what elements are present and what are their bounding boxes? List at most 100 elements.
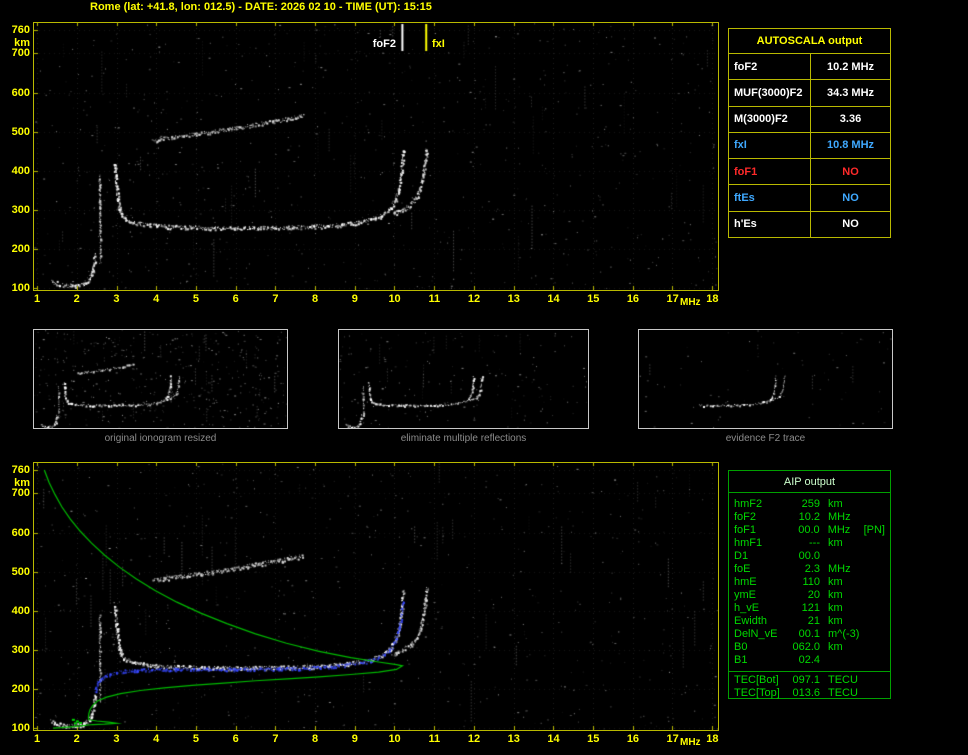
aip-table-header: AIP output — [729, 471, 890, 493]
aip-param-extra: [PN] — [863, 524, 885, 536]
x-axis-tick-label: 2 — [73, 293, 80, 305]
autoscala-row-fxI: fxI 10.8 MHz — [729, 132, 890, 160]
aip-param-value: 10.2 — [798, 511, 820, 523]
autoscala-param-value: 34.3 MHz — [826, 86, 875, 99]
y-axis-tick-label: 300 — [11, 203, 30, 216]
autoscala-param-label: foF2 — [729, 54, 811, 80]
aip-row-foF1: foF1 00.0 MHz [PN] — [729, 524, 890, 537]
aip-param-unit: km — [828, 498, 843, 510]
x-axis-tick-label: 9 — [351, 293, 358, 305]
aip-output-table: AIP output hmF2 259 km foF2 10.2 MHz foF1 00.0 M… — [728, 470, 891, 699]
x-axis-tick-label: 6 — [232, 733, 239, 745]
x-axis-tick-label: 9 — [351, 733, 358, 745]
x-axis-tick-label: 8 — [312, 733, 319, 745]
aip-param-name: h_vE — [734, 602, 760, 614]
autoscala-param-value: 10.2 MHz — [826, 60, 875, 73]
aip-param-unit: m^(-3) — [828, 628, 860, 640]
aip-param-unit: TECU — [828, 687, 858, 699]
x-axis-tick-label: 16 — [626, 293, 640, 305]
autoscala-param-label: fxI — [729, 132, 811, 159]
x-axis-tick-label: 13 — [507, 293, 520, 305]
x-axis-tick-label: 5 — [192, 733, 199, 745]
x-axis-tick-label: 6 — [232, 293, 239, 305]
aip-param-value: 00.1 — [798, 628, 820, 640]
thumbnail-caption-f2-evidence: evidence F2 trace — [725, 433, 806, 444]
main-ionogram-plot: foF2 fxI — [33, 22, 719, 291]
aip-row-ymE: ymE 20 km — [729, 589, 890, 602]
autoscala-param-value: 10.8 MHz — [826, 139, 875, 152]
y-axis-tick-label: 400 — [11, 604, 30, 617]
autoscala-table-body: foF2 10.2 MHz MUF(3000)F2 34.3 MHz M(3000)F2… — [729, 54, 890, 237]
autoscala-param-label: ftEs — [729, 185, 811, 211]
autoscala-output-table: AUTOSCALA output foF2 10.2 MHz MUF(3000)F2… — [728, 28, 891, 238]
aip-param-unit: MHz — [828, 563, 851, 575]
x-axis-tick-label: 7 — [272, 293, 279, 305]
y-axis-tick-label: 600 — [11, 526, 30, 539]
x-axis-tick-label: 4 — [153, 733, 160, 745]
autoscala-param-value: NO — [842, 192, 859, 205]
x-axis-tick-label: 4 — [153, 293, 160, 305]
x-axis-tick-label: 5 — [192, 293, 199, 305]
autoscala-row-h'Es: h'Es NO — [729, 211, 890, 237]
x-axis-tick-label: 1 — [33, 733, 41, 745]
profile-ionogram-plot — [33, 462, 719, 731]
autoscala-param-label: foF1 — [729, 159, 811, 185]
y-axis-tick-label: 700 — [11, 47, 30, 60]
aip-param-value: 21 — [807, 615, 820, 627]
aip-row-hmE: hmE 110 km — [729, 576, 890, 589]
autoscala-param-value: 3.36 — [839, 113, 862, 126]
x-axis-tick-label: 14 — [547, 733, 560, 745]
x-axis-unit-label: MHz — [680, 297, 701, 308]
aip-row-hmF1: hmF1 --- km — [729, 537, 890, 550]
x-axis-tick-label: 10 — [388, 733, 401, 745]
autoscala-row-foF1: foF1 NO — [729, 159, 890, 186]
x-axis-tick-label: 10 — [388, 293, 401, 305]
autoscala-row-M(3000)F2: M(3000)F2 3.36 — [729, 106, 890, 133]
aip-param-unit: km — [828, 615, 843, 627]
aip-param-name: foF1 — [734, 524, 757, 536]
y-axis-tick-label: 200 — [11, 242, 30, 255]
x-axis-tick-label: 14 — [547, 293, 560, 305]
aip-param-unit: km — [828, 641, 843, 653]
x-axis-tick-label: 11 — [428, 293, 441, 305]
thumbnail-no-multiples — [338, 329, 589, 429]
thumbnail-canvas-original — [34, 330, 287, 428]
autoscala-param-label: MUF(3000)F2 — [729, 80, 811, 106]
aip-param-name: B0 — [734, 641, 748, 653]
aip-row-foF2: foF2 10.2 MHz — [729, 511, 890, 524]
fxi-marker-label: fxI — [430, 38, 447, 50]
aip-row-B1: B1 02.4 — [729, 654, 890, 667]
aip-param-name: hmE — [734, 576, 757, 588]
autoscala-param-label: h'Es — [729, 211, 811, 237]
profile-ionogram-canvas — [34, 463, 718, 730]
y-axis-tick-label: 300 — [11, 643, 30, 656]
aip-param-name: foF2 — [734, 511, 757, 523]
aip-param-value: 097.1 — [792, 674, 820, 686]
x-axis-tick-label: 15 — [587, 293, 600, 305]
thumbnail-canvas-f2-evidence — [639, 330, 892, 428]
aip-param-unit: MHz — [828, 511, 851, 523]
x-axis-tick-label: 12 — [467, 733, 481, 745]
x-axis-tick-label: 1 — [33, 293, 41, 305]
y-axis-tick-label: 600 — [11, 86, 30, 99]
aip-param-value: 121 — [801, 602, 820, 614]
aip-param-unit: km — [828, 589, 843, 601]
y-axis-tick-label: 760 — [11, 464, 30, 477]
y-axis-unit-label: km — [14, 37, 30, 49]
x-axis-tick-label: 3 — [113, 733, 120, 745]
aip-param-unit — [828, 550, 858, 563]
aip-param-name: D1 — [734, 550, 749, 562]
aip-param-unit: km — [828, 576, 843, 588]
aip-row-Ewidth: Ewidth 21 km — [729, 615, 890, 628]
fof2-marker-label: foF2 — [370, 38, 398, 50]
aip-param-unit — [828, 654, 858, 667]
aip-param-name: hmF1 — [734, 537, 763, 549]
aip-param-value: 00.0 — [798, 524, 820, 536]
aip-param-name: DelN_vE — [734, 628, 778, 640]
aip-param-name: TEC[Top] — [734, 687, 780, 699]
aip-param-name: B1 — [734, 654, 748, 666]
aip-row-hmF2: hmF2 259 km — [729, 498, 890, 511]
y-axis-tick-label: 500 — [11, 125, 30, 138]
aip-param-value: 062.0 — [792, 641, 820, 653]
autoscala-param-value: NO — [842, 165, 859, 178]
